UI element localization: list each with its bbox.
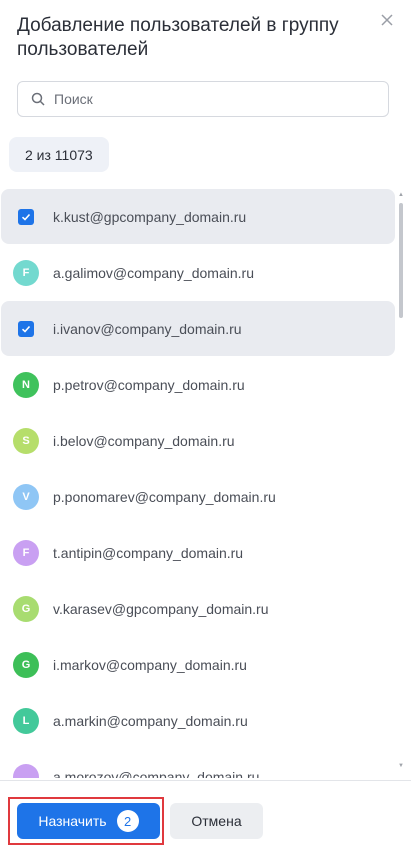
selection-counter: 2 из 11073 — [9, 137, 109, 172]
user-list-item[interactable]: Np.petrov@company_domain.ru — [1, 357, 395, 412]
scrollbar-thumb[interactable] — [399, 203, 403, 318]
assign-count-badge: 2 — [116, 810, 139, 832]
user-email: a.morozov@company_domain.ru — [53, 768, 260, 779]
user-email: i.markov@company_domain.ru — [53, 656, 247, 673]
checkmark-icon[interactable] — [18, 208, 34, 225]
cancel-button[interactable]: Отмена — [170, 803, 263, 839]
user-email: k.kust@gpcompany_domain.ru — [53, 208, 247, 225]
user-list-item[interactable]: La.markin@company_domain.ru — [1, 693, 395, 748]
avatar-initial — [13, 763, 39, 778]
user-avatar[interactable]: F — [13, 259, 39, 286]
user-list-item[interactable]: k.kust@gpcompany_domain.ru — [1, 189, 395, 244]
user-avatar[interactable]: G — [13, 595, 39, 622]
user-list-item[interactable]: Ft.antipin@company_domain.ru — [1, 525, 395, 580]
user-avatar[interactable]: G — [13, 651, 39, 678]
assign-button-label: Назначить — [38, 813, 107, 829]
user-list-item[interactable]: Gv.karasev@gpcompany_domain.ru — [1, 581, 395, 636]
avatar-initial: S — [13, 427, 39, 454]
user-avatar[interactable]: V — [13, 483, 39, 510]
user-list: k.kust@gpcompany_domain.ru Fa.galimov@com… — [0, 189, 398, 778]
user-list-item[interactable]: Fa.galimov@company_domain.ru — [1, 245, 395, 300]
dialog-footer: Назначить 2 Отмена — [0, 780, 411, 852]
user-avatar[interactable]: N — [13, 371, 39, 398]
scroll-down-icon[interactable]: ▼ — [398, 763, 404, 769]
user-email: i.ivanov@company_domain.ru — [53, 320, 242, 337]
user-email: a.galimov@company_domain.ru — [53, 264, 254, 281]
avatar-initial: F — [13, 259, 39, 286]
user-avatar[interactable]: F — [13, 539, 39, 566]
search-field[interactable] — [17, 81, 389, 117]
user-checkbox[interactable] — [13, 316, 39, 342]
user-list-item[interactable]: i.ivanov@company_domain.ru — [1, 301, 395, 356]
checkmark-icon[interactable] — [18, 320, 34, 337]
user-avatar[interactable]: S — [13, 427, 39, 454]
close-icon[interactable] — [376, 9, 398, 31]
user-checkbox[interactable] — [13, 204, 39, 230]
scrollbar[interactable]: ▲ ▼ — [397, 189, 405, 778]
user-email: a.markin@company_domain.ru — [53, 712, 248, 729]
user-email: t.antipin@company_domain.ru — [53, 544, 244, 561]
avatar-initial: L — [13, 707, 39, 734]
avatar-initial: G — [13, 651, 39, 678]
user-email: p.ponomarev@company_domain.ru — [53, 488, 276, 505]
avatar-initial: V — [13, 483, 39, 510]
user-avatar[interactable] — [13, 763, 39, 778]
user-email: p.petrov@company_domain.ru — [53, 376, 245, 393]
avatar-initial: N — [13, 371, 39, 398]
assign-button[interactable]: Назначить 2 — [17, 803, 160, 839]
avatar-initial: G — [13, 595, 39, 622]
avatar-initial: F — [13, 539, 39, 566]
user-avatar[interactable]: L — [13, 707, 39, 734]
search-icon — [30, 91, 46, 107]
user-list-item[interactable]: Gi.markov@company_domain.ru — [1, 637, 395, 692]
user-email: i.belov@company_domain.ru — [53, 432, 235, 449]
user-list-item[interactable]: Si.belov@company_domain.ru — [1, 413, 395, 468]
scroll-up-icon[interactable]: ▲ — [398, 192, 404, 198]
user-email: v.karasev@gpcompany_domain.ru — [53, 600, 269, 617]
search-input[interactable] — [54, 91, 354, 107]
user-list-item[interactable]: Vp.ponomarev@company_domain.ru — [1, 469, 395, 524]
dialog-title: Добавление пользователей в группу пользо… — [17, 15, 339, 60]
user-list-item[interactable]: a.morozov@company_domain.ru — [1, 749, 395, 778]
